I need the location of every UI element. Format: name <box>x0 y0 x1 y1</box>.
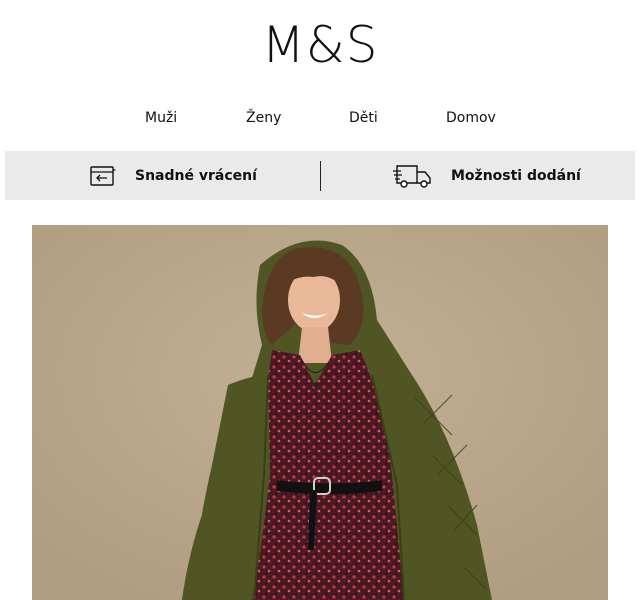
nav-item-kids[interactable]: Děti <box>349 106 378 130</box>
promo-divider <box>320 161 321 191</box>
hero-image[interactable] <box>32 225 608 600</box>
nav-item-home[interactable]: Domov <box>446 106 496 130</box>
easy-returns-link[interactable]: Snadné vrácení <box>89 151 257 200</box>
return-box-icon <box>90 165 116 186</box>
nav-item-men[interactable]: Muži <box>145 106 177 130</box>
nav-item-women[interactable]: Ženy <box>246 106 281 130</box>
main-nav: Muži Ženy Děti Domov <box>0 106 640 130</box>
delivery-options-link[interactable]: Možnosti dodání <box>393 151 581 200</box>
promo-bar: Snadné vrácení Možnosti dodání <box>5 151 635 200</box>
hero-model-illustration <box>32 225 608 600</box>
delivery-truck-icon <box>393 164 431 188</box>
delivery-options-label: Možnosti dodání <box>451 167 581 184</box>
brand-logo[interactable]: M&S <box>0 14 640 76</box>
easy-returns-label: Snadné vrácení <box>135 167 257 184</box>
